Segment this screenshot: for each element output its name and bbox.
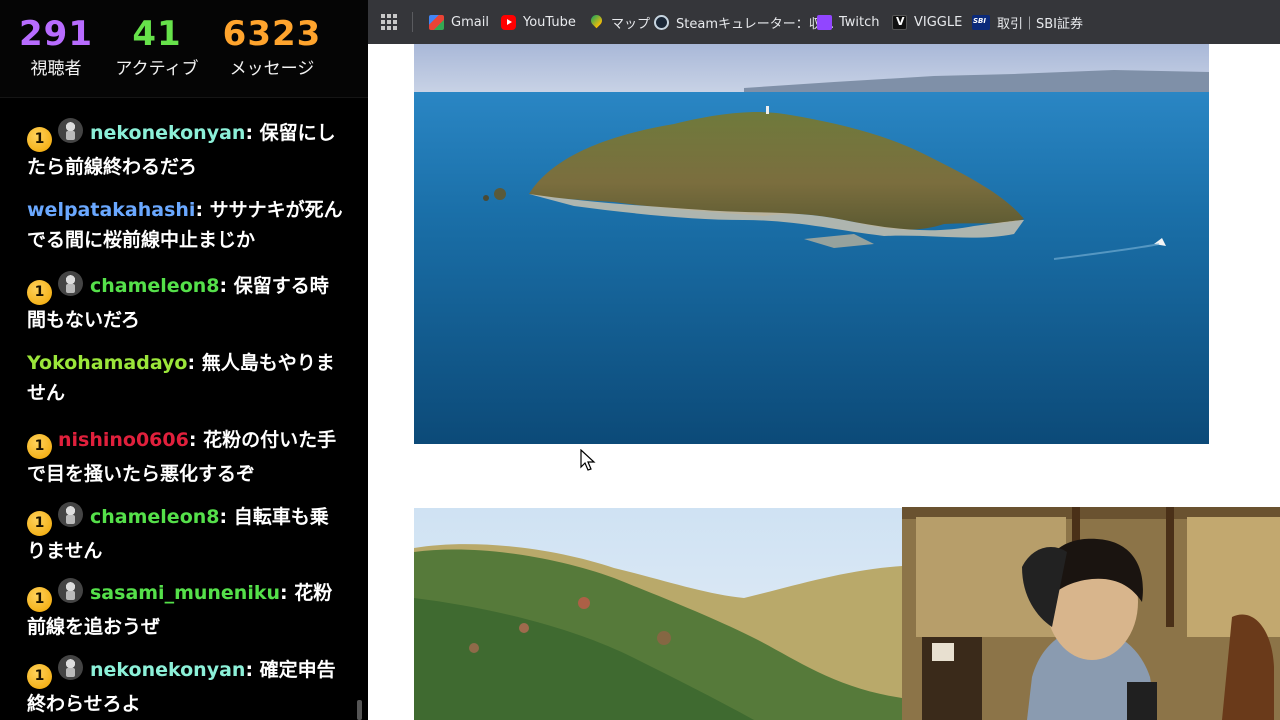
chat-message: 1 chameleon8: 保留する時間もないだろ (27, 271, 345, 335)
chat-username[interactable]: chameleon8 (90, 275, 220, 297)
bookmark-label: 取引｜SBI証券 (997, 16, 1084, 32)
viewer-count: 291 (19, 14, 93, 54)
sub-badge-icon: 1 (27, 664, 52, 689)
message-count-label: メッセージ (229, 59, 315, 79)
chat-separator: : (219, 275, 234, 297)
chat-scrollbar[interactable] (357, 700, 362, 720)
bookmark-label: YouTube (523, 14, 576, 30)
chat-username[interactable]: Yokohamadayo (27, 352, 188, 374)
avatar-badge-icon (58, 118, 83, 143)
chat-separator: : (188, 429, 204, 451)
chat-message-list[interactable]: 1 nekonekonyan: 保留にしたら前線終わるだろ welpatakaha… (0, 98, 368, 720)
viewer-count-label: 視聴者 (30, 59, 82, 79)
mouse-cursor-icon (580, 449, 596, 471)
bookmark-twitch[interactable]: Twitch (817, 12, 880, 32)
chat-message: Yokohamadayo: 無人島もやりません (27, 348, 345, 408)
chat-username[interactable]: welpatakahashi (27, 199, 195, 221)
bookmark-label: Steamキュレーター：収... (676, 16, 835, 32)
bookmark-label: Twitch (839, 14, 880, 30)
bookmark-maps[interactable]: マップ (589, 12, 650, 32)
active-count-stat: 41 アクティブ (106, 14, 208, 80)
chat-overlay: 291 視聴者 41 アクティブ 6323 メッセージ 1 nekonekonya… (0, 0, 368, 720)
chat-username[interactable]: chameleon8 (90, 506, 220, 528)
gmail-icon (429, 14, 444, 30)
chat-separator: : (280, 582, 295, 604)
chat-username[interactable]: nishino0606 (58, 429, 189, 451)
chat-message: 1 nishino0606: 花粉の付いた手で目を掻いたら悪化するぞ (27, 425, 345, 489)
chat-username[interactable]: nekonekonyan (90, 122, 245, 144)
sbi-icon (972, 14, 990, 30)
steam-icon (654, 14, 669, 30)
island-aerial-photo[interactable] (414, 44, 1209, 444)
bookmark-youtube[interactable]: YouTube (501, 12, 576, 32)
viggle-icon (892, 14, 907, 30)
avatar-badge-icon (58, 578, 83, 603)
stream-stats-panel: 291 視聴者 41 アクティブ 6323 メッセージ (0, 0, 368, 98)
active-count-label: アクティブ (115, 59, 199, 79)
hills-landscape-photo[interactable] (414, 508, 902, 720)
maps-icon (589, 15, 604, 30)
twitch-icon (817, 14, 832, 30)
viewer-count-stat: 291 視聴者 (14, 14, 98, 80)
youtube-icon (501, 14, 516, 30)
chat-separator: : (195, 199, 210, 221)
message-count: 6323 (222, 14, 322, 54)
bookmark-label: Gmail (451, 14, 489, 30)
bookmarks-separator (412, 12, 413, 32)
chat-message: 1 nekonekonyan: 保留にしたら前線終わるだろ (27, 118, 345, 182)
sub-badge-icon: 1 (27, 434, 52, 459)
streamer-webcam (902, 507, 1280, 720)
bookmark-gmail[interactable]: Gmail (429, 12, 489, 32)
avatar-badge-icon (58, 502, 83, 527)
chat-separator: : (187, 352, 202, 374)
avatar-badge-icon (58, 271, 83, 296)
chat-username[interactable]: nekonekonyan (90, 659, 245, 681)
chat-username[interactable]: sasami_muneniku (90, 582, 280, 604)
bookmark-steam-curator[interactable]: Steamキュレーター：収... (654, 12, 834, 32)
active-count: 41 (132, 14, 182, 54)
chat-separator: : (219, 506, 234, 528)
bookmarks-bar: Gmail YouTube マップ Steamキュレーター：収... Twitc… (368, 0, 1280, 44)
chat-message: welpatakahashi: ササナキが死んでる間に桜前線中止まじか (27, 195, 345, 255)
bookmark-label: VIGGLE (914, 14, 963, 30)
bookmark-sbi[interactable]: 取引｜SBI証券 (972, 12, 1083, 32)
chat-message: 1 sasami_muneniku: 花粉前線を追おうぜ (27, 578, 345, 642)
chat-message: 1 chameleon8: 自転車も乗りません (27, 502, 345, 566)
bookmark-label: マップ (611, 16, 651, 32)
apps-grid-icon[interactable] (381, 14, 397, 30)
sub-badge-icon: 1 (27, 511, 52, 536)
sub-badge-icon: 1 (27, 280, 52, 305)
bookmark-viggle[interactable]: VIGGLE (892, 12, 962, 32)
chat-message: 1 nekonekonyan: 確定申告終わらせろよ (27, 655, 345, 719)
chat-separator: : (245, 122, 260, 144)
message-count-stat: 6323 メッセージ (216, 14, 328, 80)
sub-badge-icon: 1 (27, 127, 52, 152)
sub-badge-icon: 1 (27, 587, 52, 612)
chat-separator: : (245, 659, 260, 681)
avatar-badge-icon (58, 655, 83, 680)
